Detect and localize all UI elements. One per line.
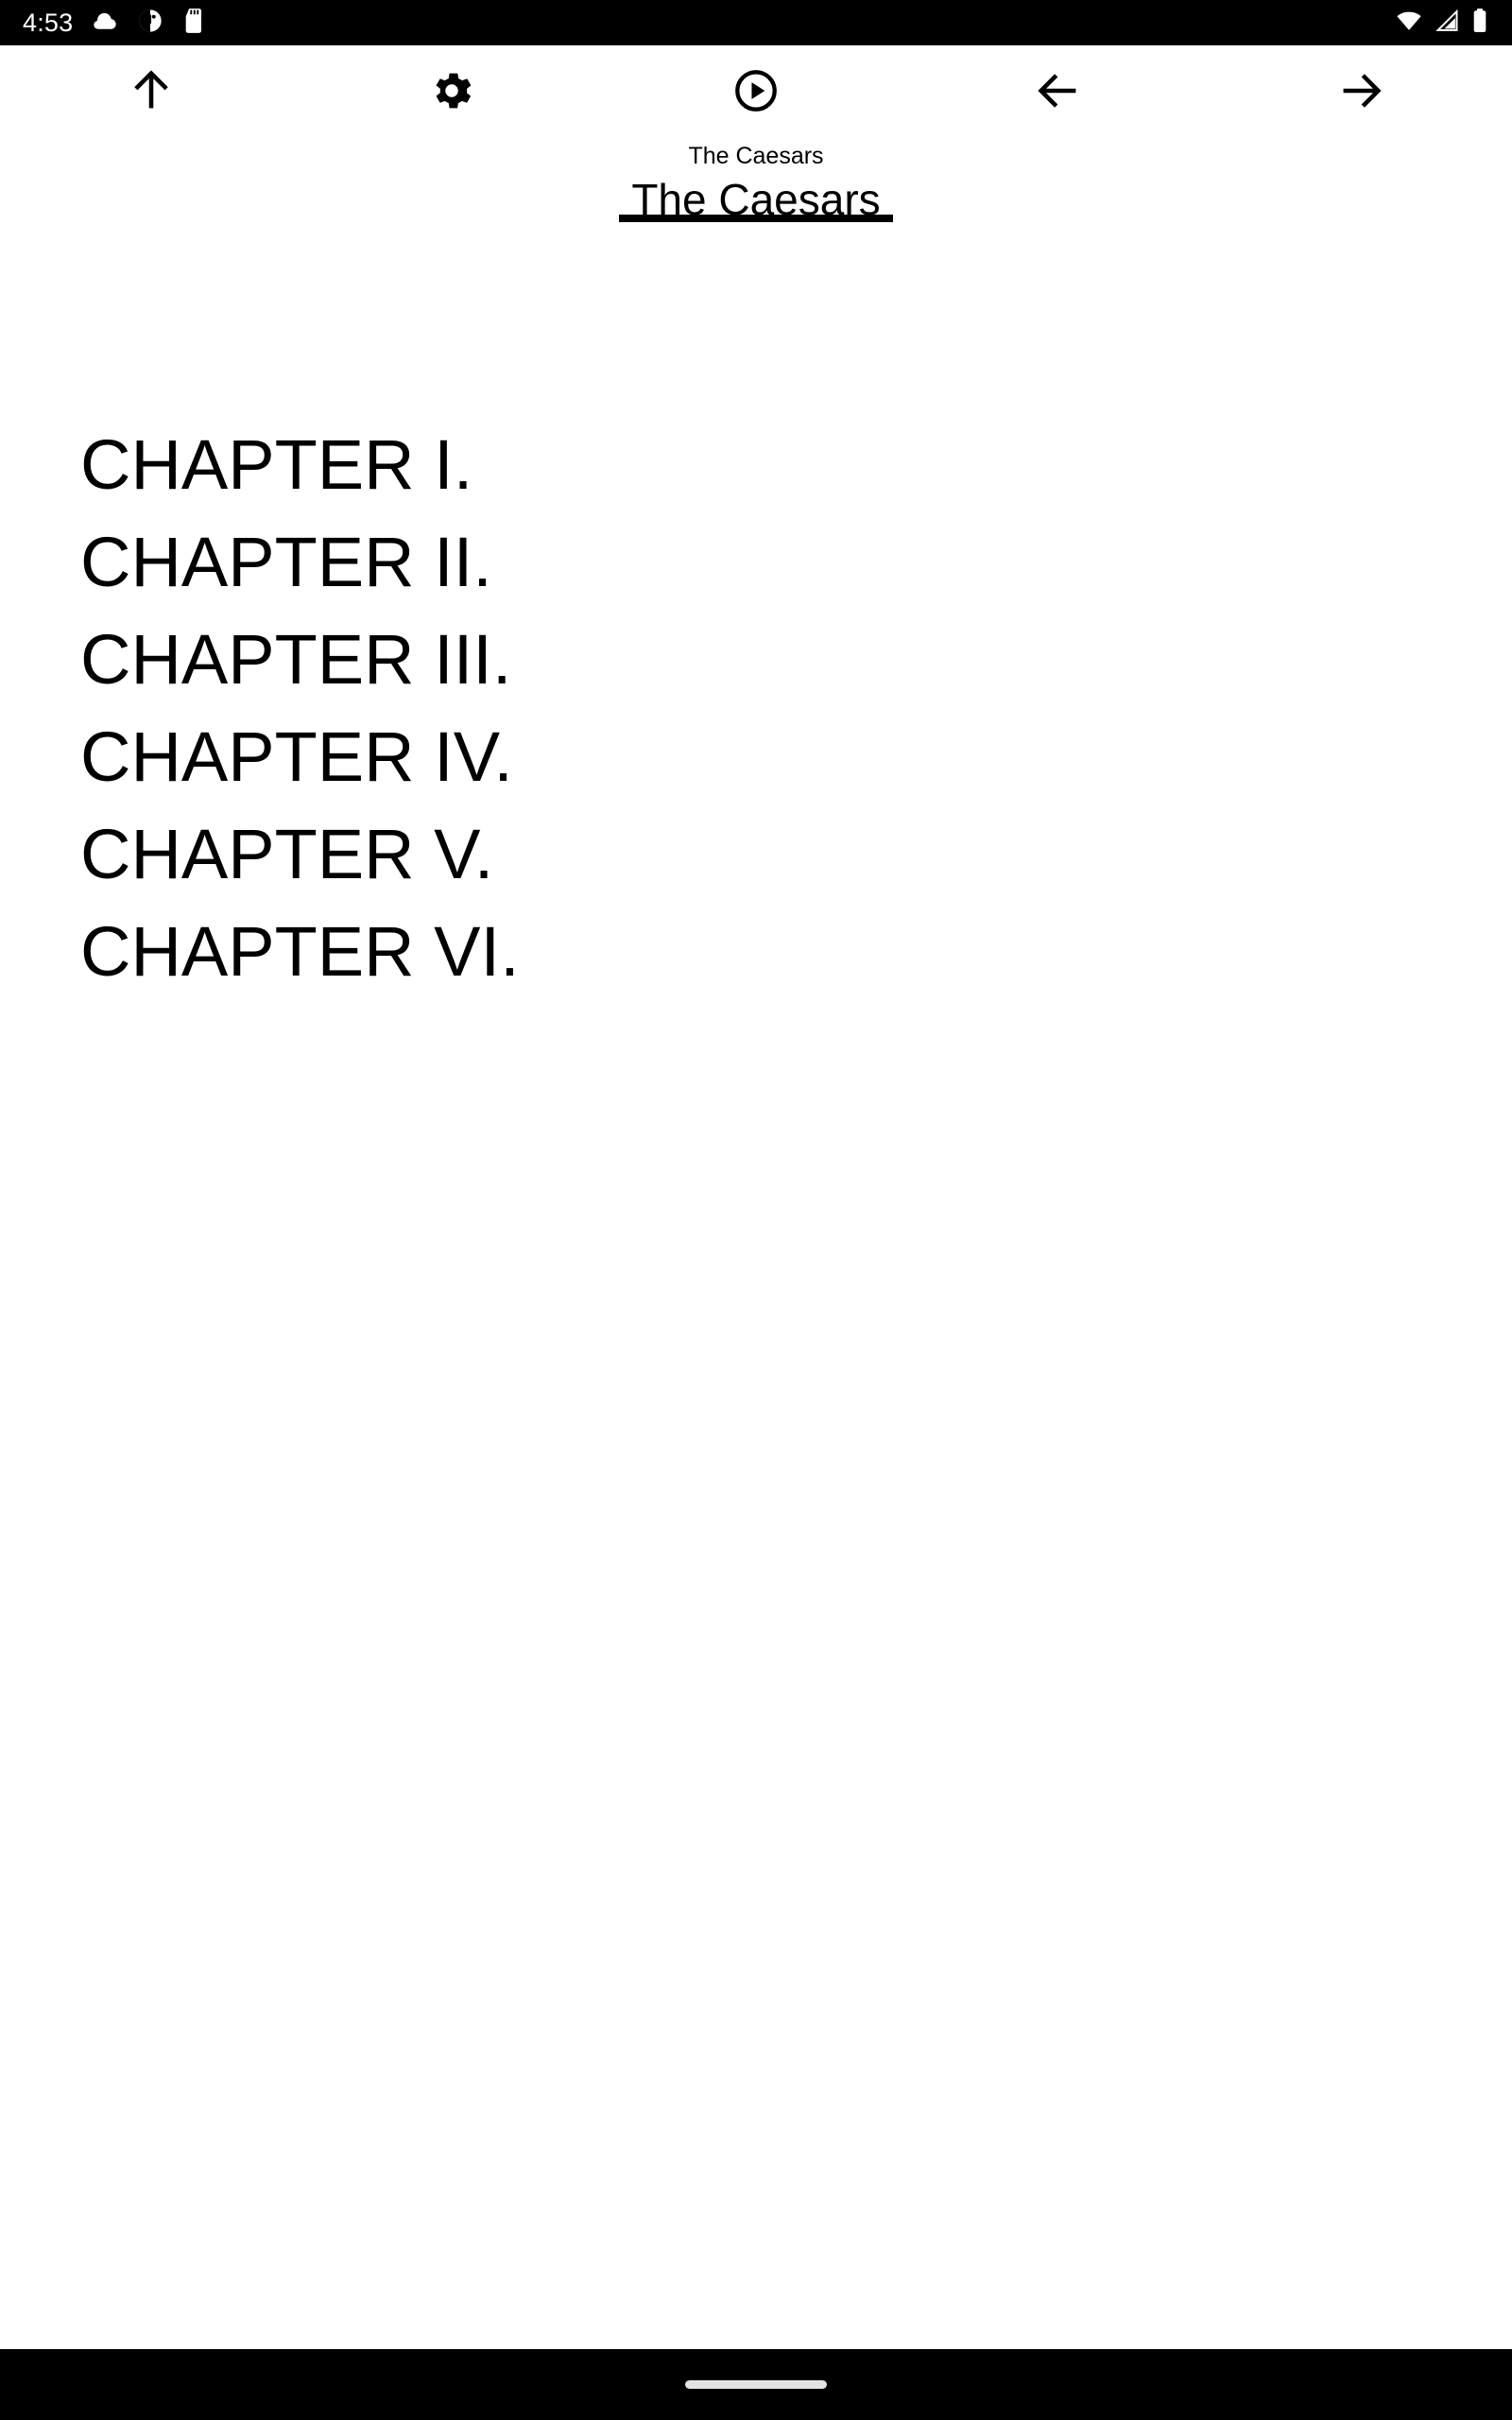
next-button[interactable] xyxy=(1309,45,1413,140)
reader-toolbar xyxy=(0,45,1512,140)
title-underline xyxy=(619,215,893,222)
status-bar-clock: 4:53 xyxy=(23,8,74,37)
scroll-to-top-button[interactable] xyxy=(99,45,203,140)
arrow-right-icon xyxy=(1336,66,1385,120)
sd-card-icon xyxy=(182,8,207,39)
list-item[interactable]: CHAPTER III. xyxy=(80,611,1512,708)
previous-button[interactable] xyxy=(1006,45,1110,140)
play-circle-icon xyxy=(731,66,781,120)
home-gesture-pill[interactable] xyxy=(685,2380,827,2389)
gear-icon xyxy=(427,66,476,120)
arrow-up-icon xyxy=(127,66,176,120)
system-navigation-bar xyxy=(0,2349,1512,2420)
list-item[interactable]: CHAPTER V. xyxy=(80,805,1512,903)
list-item[interactable]: CHAPTER IV. xyxy=(80,708,1512,805)
play-button[interactable] xyxy=(704,45,808,140)
list-item[interactable]: CHAPTER VI. xyxy=(80,903,1512,1000)
arrow-left-icon xyxy=(1034,66,1083,120)
cloud-icon xyxy=(92,8,118,39)
circle-half-icon xyxy=(137,8,163,39)
book-label: The Caesars xyxy=(688,143,824,169)
battery-icon xyxy=(1470,8,1489,39)
cellular-signal-icon xyxy=(1434,8,1460,39)
status-bar-right-group xyxy=(1395,8,1489,39)
book-header: The Caesars The Caesars xyxy=(0,140,1512,223)
phone-screen: 4:53 The Caesars The Caesars CHAPTER I. … xyxy=(0,0,1512,2420)
list-item[interactable]: CHAPTER II. xyxy=(80,513,1512,611)
settings-button[interactable] xyxy=(400,45,504,140)
chapter-list: CHAPTER I. CHAPTER II. CHAPTER III. CHAP… xyxy=(0,416,1512,1000)
status-bar-left-group: 4:53 xyxy=(23,8,207,39)
status-bar: 4:53 xyxy=(0,0,1512,45)
list-item[interactable]: CHAPTER I. xyxy=(80,416,1512,513)
wifi-icon xyxy=(1395,8,1423,39)
